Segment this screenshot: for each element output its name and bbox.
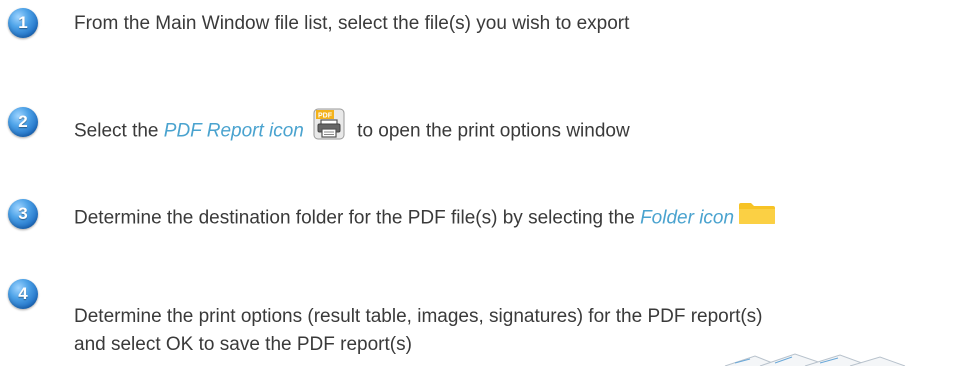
step-number-badge: 1 bbox=[8, 8, 38, 38]
step-number-badge: 3 bbox=[8, 199, 38, 229]
report-thumbnails bbox=[720, 350, 920, 371]
pdf-badge-text: PDF bbox=[318, 113, 333, 120]
pdf-report-icon-label: PDF Report icon bbox=[163, 120, 304, 142]
step-text: Determine the destination folder for the… bbox=[74, 203, 776, 234]
step-text-line-2: and select OK to save the PDF report(s) bbox=[74, 334, 412, 355]
step-text: From the Main Window file list, select t… bbox=[74, 13, 630, 34]
step-number-badge: 2 bbox=[8, 107, 38, 137]
step-text: Select the PDF Report icon PDF to open t… bbox=[74, 108, 630, 152]
folder-icon bbox=[738, 201, 776, 232]
pdf-report-icon: PDF bbox=[312, 107, 346, 148]
step-text-pre: Select the bbox=[74, 120, 164, 142]
step-text-line-1: Determine the print options (result tabl… bbox=[74, 306, 763, 327]
step-number-badge: 4 bbox=[8, 279, 38, 309]
step-text-pre: Determine the destination folder for the… bbox=[74, 207, 641, 229]
step-text-post: to open the print options window bbox=[351, 120, 630, 142]
folder-icon-label: Folder icon bbox=[640, 207, 735, 229]
